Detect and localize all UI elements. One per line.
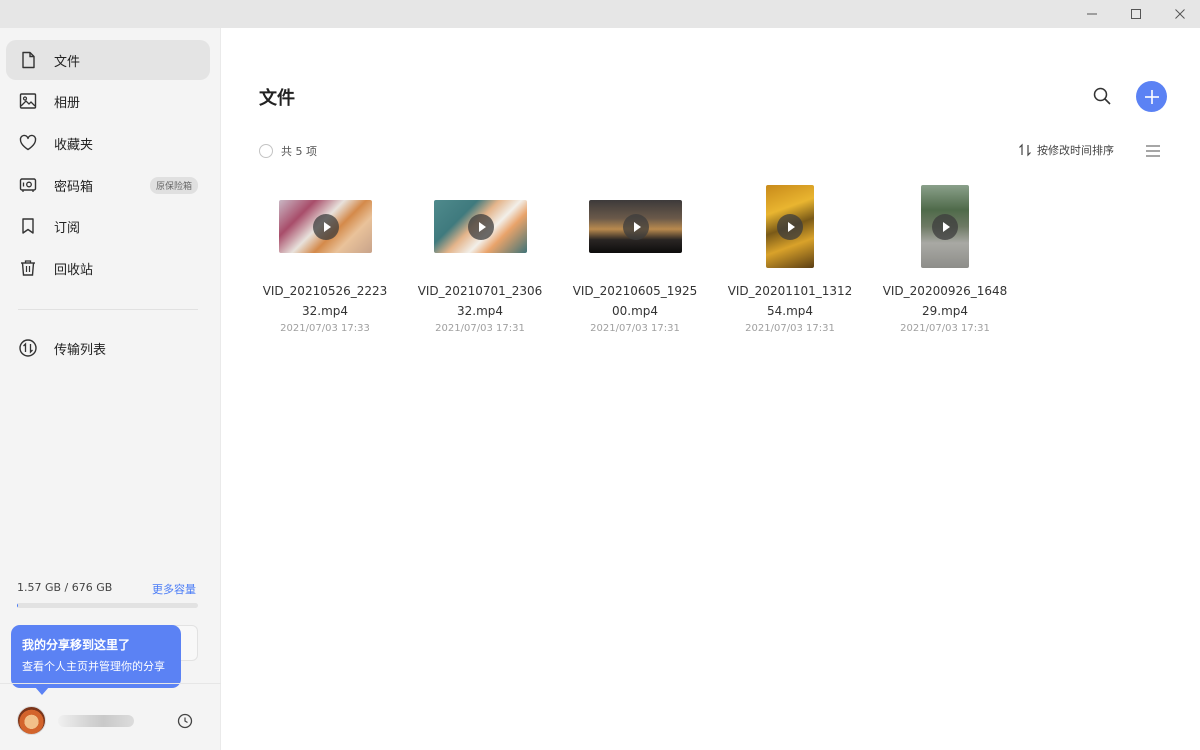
sidebar-item-album[interactable]: 相册 [6, 81, 210, 121]
sidebar-item-favorites[interactable]: 收藏夹 [6, 123, 210, 163]
heart-icon [18, 133, 38, 153]
file-name: VID_20210701_230632.mp4 [415, 281, 545, 321]
search-icon[interactable] [1091, 85, 1113, 107]
sort-icon [1018, 143, 1032, 157]
trash-icon [18, 258, 38, 278]
sort-label: 按修改时间排序 [1037, 142, 1114, 158]
maximize-icon [1130, 8, 1142, 20]
file-icon [18, 50, 38, 70]
file-name: VID_20210605_192500.mp4 [570, 281, 700, 321]
sidebar-divider [18, 309, 198, 310]
page-title: 文件 [259, 84, 295, 110]
sidebar-item-recycle-bin[interactable]: 回收站 [6, 248, 210, 288]
sidebar-item-label: 收藏夹 [54, 134, 93, 153]
file-name: VID_20200926_164829.mp4 [880, 281, 1010, 321]
plus-icon [1144, 89, 1160, 105]
sidebar-item-label: 相册 [54, 92, 80, 111]
file-item[interactable]: VID_20210701_230632.mp4 2021/07/03 17:31 [415, 178, 545, 348]
sidebar-item-safe[interactable]: 密码箱 原保险箱 [6, 165, 210, 205]
sidebar-item-files[interactable]: 文件 [6, 40, 210, 80]
minimize-icon [1086, 8, 1098, 20]
file-date: 2021/07/03 17:31 [570, 323, 700, 334]
sidebar-item-label: 订阅 [54, 217, 80, 236]
video-thumbnail [279, 200, 372, 253]
play-icon [777, 214, 803, 240]
file-date: 2021/07/03 17:31 [880, 323, 1010, 334]
file-item[interactable]: VID_20200926_164829.mp4 2021/07/03 17:31 [880, 178, 1010, 348]
close-icon [1174, 8, 1186, 20]
add-button[interactable] [1136, 81, 1167, 112]
tooltip-title: 我的分享移到这里了 [22, 636, 170, 654]
file-item[interactable]: VID_20201101_131254.mp4 2021/07/03 17:31 [725, 178, 855, 348]
safe-icon [18, 175, 38, 195]
video-thumbnail [589, 200, 682, 253]
play-icon [468, 214, 494, 240]
sort-button[interactable]: 按修改时间排序 [1018, 142, 1114, 158]
sidebar-item-label: 回收站 [54, 259, 93, 278]
file-date: 2021/07/03 17:31 [415, 323, 545, 334]
file-item[interactable]: VID_20210526_222332.mp4 2021/07/03 17:33 [260, 178, 390, 348]
sidebar-item-subscriptions[interactable]: 订阅 [6, 206, 210, 246]
play-icon [313, 214, 339, 240]
video-thumbnail [921, 185, 969, 268]
close-button[interactable] [1160, 0, 1200, 28]
sidebar-item-label: 文件 [54, 51, 80, 70]
tooltip-subtitle: 查看个人主页并管理你的分享 [22, 658, 170, 676]
file-name: VID_20201101_131254.mp4 [725, 281, 855, 321]
title-bar [0, 0, 1200, 28]
video-thumbnail [766, 185, 814, 268]
item-count: 共 5 项 [281, 143, 317, 159]
list-view-icon[interactable] [1145, 144, 1161, 158]
user-profile-row [0, 683, 221, 750]
minimize-button[interactable] [1072, 0, 1112, 28]
bookmark-icon [18, 216, 38, 236]
sidebar: 文件 相册 收藏夹 密码箱 原保险箱 订阅 回收站 传输列表 1.57 GB /… [0, 28, 221, 750]
share-moved-tooltip[interactable]: 我的分享移到这里了 查看个人主页并管理你的分享 [11, 625, 181, 688]
video-thumbnail [434, 200, 527, 253]
file-date: 2021/07/03 17:33 [260, 323, 390, 334]
sidebar-item-label: 传输列表 [54, 339, 106, 358]
file-date: 2021/07/03 17:31 [725, 323, 855, 334]
album-icon [18, 91, 38, 111]
main-content: 文件 共 5 项 按修改时间排序 VID_20210526_222332.mp4… [221, 28, 1200, 750]
play-icon [932, 214, 958, 240]
username-redacted[interactable] [58, 715, 134, 727]
sidebar-item-transfer-list[interactable]: 传输列表 [6, 328, 210, 368]
storage-progress-fill [17, 603, 18, 608]
safe-badge: 原保险箱 [150, 177, 198, 194]
file-name: VID_20210526_222332.mp4 [260, 281, 390, 321]
more-capacity-link[interactable]: 更多容量 [152, 581, 196, 597]
transfer-icon [18, 338, 38, 358]
avatar[interactable] [17, 706, 46, 735]
storage-usage-text: 1.57 GB / 676 GB [17, 581, 112, 594]
select-all-checkbox[interactable] [259, 144, 273, 158]
file-item[interactable]: VID_20210605_192500.mp4 2021/07/03 17:31 [570, 178, 700, 348]
gear-icon[interactable] [176, 712, 194, 730]
play-icon [623, 214, 649, 240]
sidebar-item-label: 密码箱 [54, 176, 93, 195]
storage-progress-bar [17, 603, 198, 608]
maximize-button[interactable] [1116, 0, 1156, 28]
